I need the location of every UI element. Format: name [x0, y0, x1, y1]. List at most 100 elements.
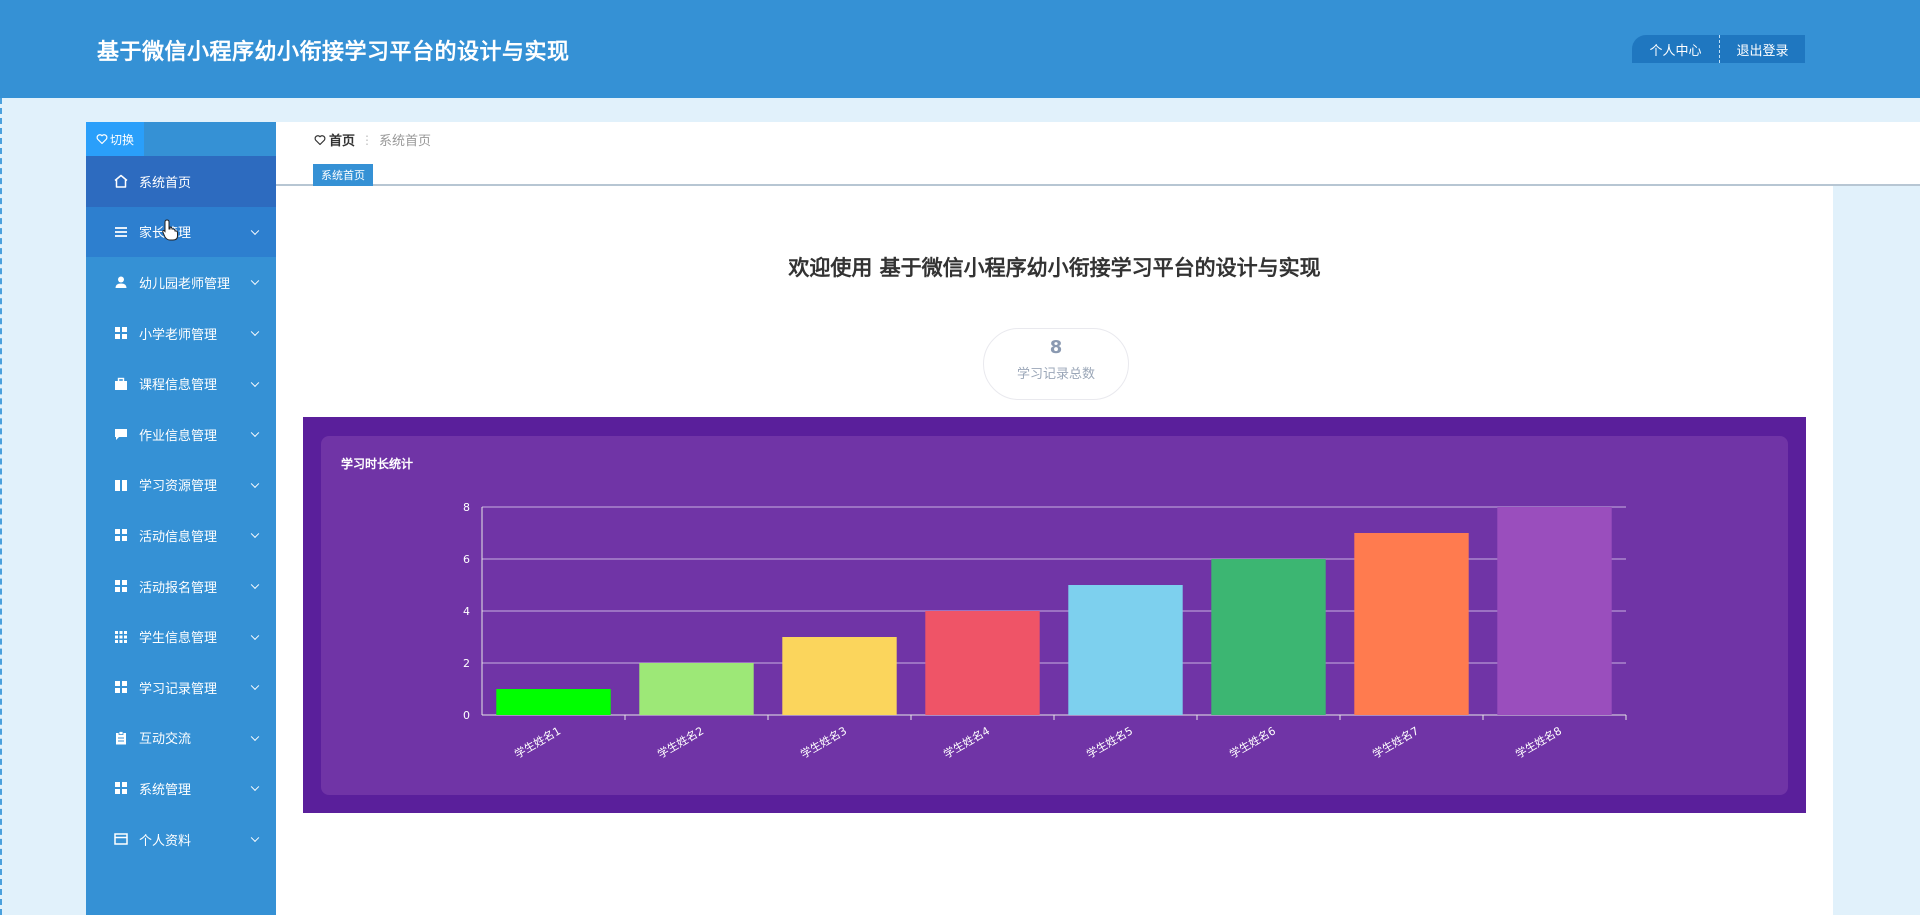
list-icon	[113, 224, 129, 240]
sidebar-item-students[interactable]: 学生信息管理	[86, 611, 276, 662]
y-tick-label: 6	[463, 553, 470, 566]
chart-card: 学习时长统计 0 2 4 6 8 学生姓名1 学生姓名2 学生姓名3 学生姓名4 学生姓名5 学生姓…	[321, 436, 1788, 795]
header: 基于微信小程序幼小衔接学习平台的设计与实现 个人中心 退出登录	[0, 0, 1920, 98]
welcome-heading: 欢迎使用 基于微信小程序幼小衔接学习平台的设计与实现	[788, 256, 1321, 280]
comment-icon	[113, 426, 129, 442]
study-record-count-card: 8 学习记录总数	[983, 328, 1129, 400]
sidebar-item-label: 学习记录管理	[139, 681, 218, 697]
grid-icon	[113, 679, 129, 695]
content-top-bar: 首页 ⋮ 系统首页 系统首页	[276, 122, 1920, 186]
chevron-down-icon	[250, 428, 260, 438]
breadcrumb-current: 系统首页	[379, 134, 432, 149]
bar	[1068, 585, 1183, 715]
personal-center-link[interactable]: 个人中心	[1632, 35, 1719, 63]
bar	[1497, 507, 1612, 715]
briefcase-icon	[113, 376, 129, 392]
x-tick-label: 学生姓名5	[1084, 723, 1135, 761]
chevron-down-icon	[250, 631, 260, 640]
sidebar-item-label: 学生信息管理	[139, 631, 218, 647]
sidebar-item-primary-teachers[interactable]: 小学老师管理	[86, 308, 276, 359]
chevron-down-icon	[250, 226, 260, 235]
chevron-down-icon	[250, 378, 260, 387]
heart-icon	[314, 134, 326, 145]
page: 基于微信小程序幼小衔接学习平台的设计与实现 个人中心 退出登录 切换 系统首页 …	[0, 0, 1920, 915]
sidebar-item-resources[interactable]: 学习资源管理	[86, 460, 276, 511]
grid-icon	[113, 325, 129, 341]
chevron-down-icon	[250, 479, 260, 488]
chevron-down-icon	[250, 732, 260, 741]
breadcrumb-separator: ⋮	[361, 132, 374, 147]
y-tick-label: 4	[463, 605, 470, 618]
bar	[639, 663, 754, 715]
sidebar-item-label: 作业信息管理	[139, 428, 218, 444]
sidebar-item-label: 系统首页	[139, 175, 192, 191]
breadcrumb: 首页 ⋮ 系统首页	[314, 130, 431, 149]
sidebar-item-homework[interactable]: 作业信息管理	[86, 409, 276, 460]
main-content: 欢迎使用 基于微信小程序幼小衔接学习平台的设计与实现 8 学习记录总数 学习时长…	[276, 186, 1833, 915]
sidebar-item-study-records[interactable]: 学习记录管理	[86, 662, 276, 713]
sidebar-item-label: 个人资料	[139, 833, 192, 849]
sidebar-item-label: 课程信息管理	[139, 378, 218, 394]
chart-panel: 学习时长统计 0 2 4 6 8 学生姓名1 学生姓名2 学生姓名3 学生姓名4 学生姓名5 学生姓…	[303, 417, 1806, 813]
bar	[925, 611, 1040, 715]
x-tick-label: 学生姓名7	[1370, 723, 1421, 761]
stat-label: 学习记录总数	[1016, 367, 1095, 382]
breadcrumb-home-label: 首页	[329, 134, 356, 149]
bar	[1211, 559, 1326, 715]
logout-link[interactable]: 退出登录	[1719, 35, 1805, 63]
stat-value: 8	[1049, 337, 1063, 358]
sidebar-item-label: 活动报名管理	[139, 580, 218, 596]
header-nav: 个人中心 退出登录	[1632, 35, 1805, 63]
sidebar: 切换 系统首页 家长管理 幼儿园老师管理 小学老师管理	[86, 122, 276, 915]
chevron-down-icon	[250, 580, 260, 590]
y-tick-label: 2	[463, 657, 470, 670]
grid-icon	[113, 578, 129, 594]
bar	[496, 689, 611, 715]
sidebar-item-parents[interactable]: 家长管理	[86, 206, 276, 258]
tab-home[interactable]: 系统首页	[313, 164, 373, 186]
sidebar-item-home[interactable]: 系统首页	[86, 156, 276, 207]
sidebar-item-system[interactable]: 系统管理	[86, 763, 276, 814]
x-tick-label: 学生姓名2	[655, 723, 706, 761]
sidebar-item-activities[interactable]: 活动信息管理	[86, 510, 276, 561]
y-tick-label: 8	[463, 501, 470, 514]
pointer-cursor-icon	[162, 219, 178, 241]
chevron-down-icon	[250, 530, 260, 539]
chevron-down-icon	[250, 277, 260, 286]
x-tick-label: 学生姓名4	[941, 723, 992, 761]
x-tick-label: 学生姓名6	[1227, 723, 1278, 761]
card-icon	[113, 831, 129, 847]
switch-button[interactable]: 切换	[86, 122, 144, 156]
bar	[782, 637, 897, 715]
sidebar-item-courses[interactable]: 课程信息管理	[86, 358, 276, 409]
chevron-down-icon	[250, 782, 260, 792]
sidebar-menu: 系统首页 家长管理 幼儿园老师管理 小学老师管理 课程信息管理	[86, 156, 276, 864]
chevron-down-icon	[250, 833, 260, 843]
grid-nine-icon	[113, 629, 129, 645]
sidebar-item-profile[interactable]: 个人资料	[86, 814, 276, 865]
switch-label: 切换	[109, 132, 134, 147]
sidebar-item-label: 活动信息管理	[139, 529, 218, 545]
clipboard-icon	[113, 730, 129, 746]
sidebar-item-activity-signup[interactable]: 活动报名管理	[86, 561, 276, 612]
sidebar-item-kindergarten-teachers[interactable]: 幼儿园老师管理	[86, 257, 276, 308]
breadcrumb-home[interactable]: 首页	[314, 130, 355, 149]
left-edge-line	[0, 98, 2, 915]
user-icon	[113, 274, 129, 290]
sidebar-item-interaction[interactable]: 互动交流	[86, 713, 276, 764]
sidebar-item-label: 系统管理	[139, 782, 192, 798]
bar	[1354, 533, 1469, 715]
sidebar-item-label: 互动交流	[139, 732, 192, 748]
x-tick-label: 学生姓名3	[798, 723, 849, 761]
bar-chart: 0 2 4 6 8 学生姓名1 学生姓名2 学生姓名3 学生姓名4 学生姓名5 学生姓名6 学生姓名7…	[463, 501, 1627, 761]
x-tick-label: 学生姓名1	[512, 723, 563, 761]
book-icon	[113, 477, 129, 493]
home-icon	[113, 173, 129, 189]
x-tick-label: 学生姓名8	[1513, 723, 1564, 761]
grid-icon	[113, 527, 129, 543]
grid-icon	[113, 780, 129, 796]
chevron-down-icon	[250, 327, 260, 337]
sidebar-item-label: 小学老师管理	[139, 327, 218, 343]
heart-icon	[96, 134, 108, 145]
app-title: 基于微信小程序幼小衔接学习平台的设计与实现	[97, 40, 570, 65]
